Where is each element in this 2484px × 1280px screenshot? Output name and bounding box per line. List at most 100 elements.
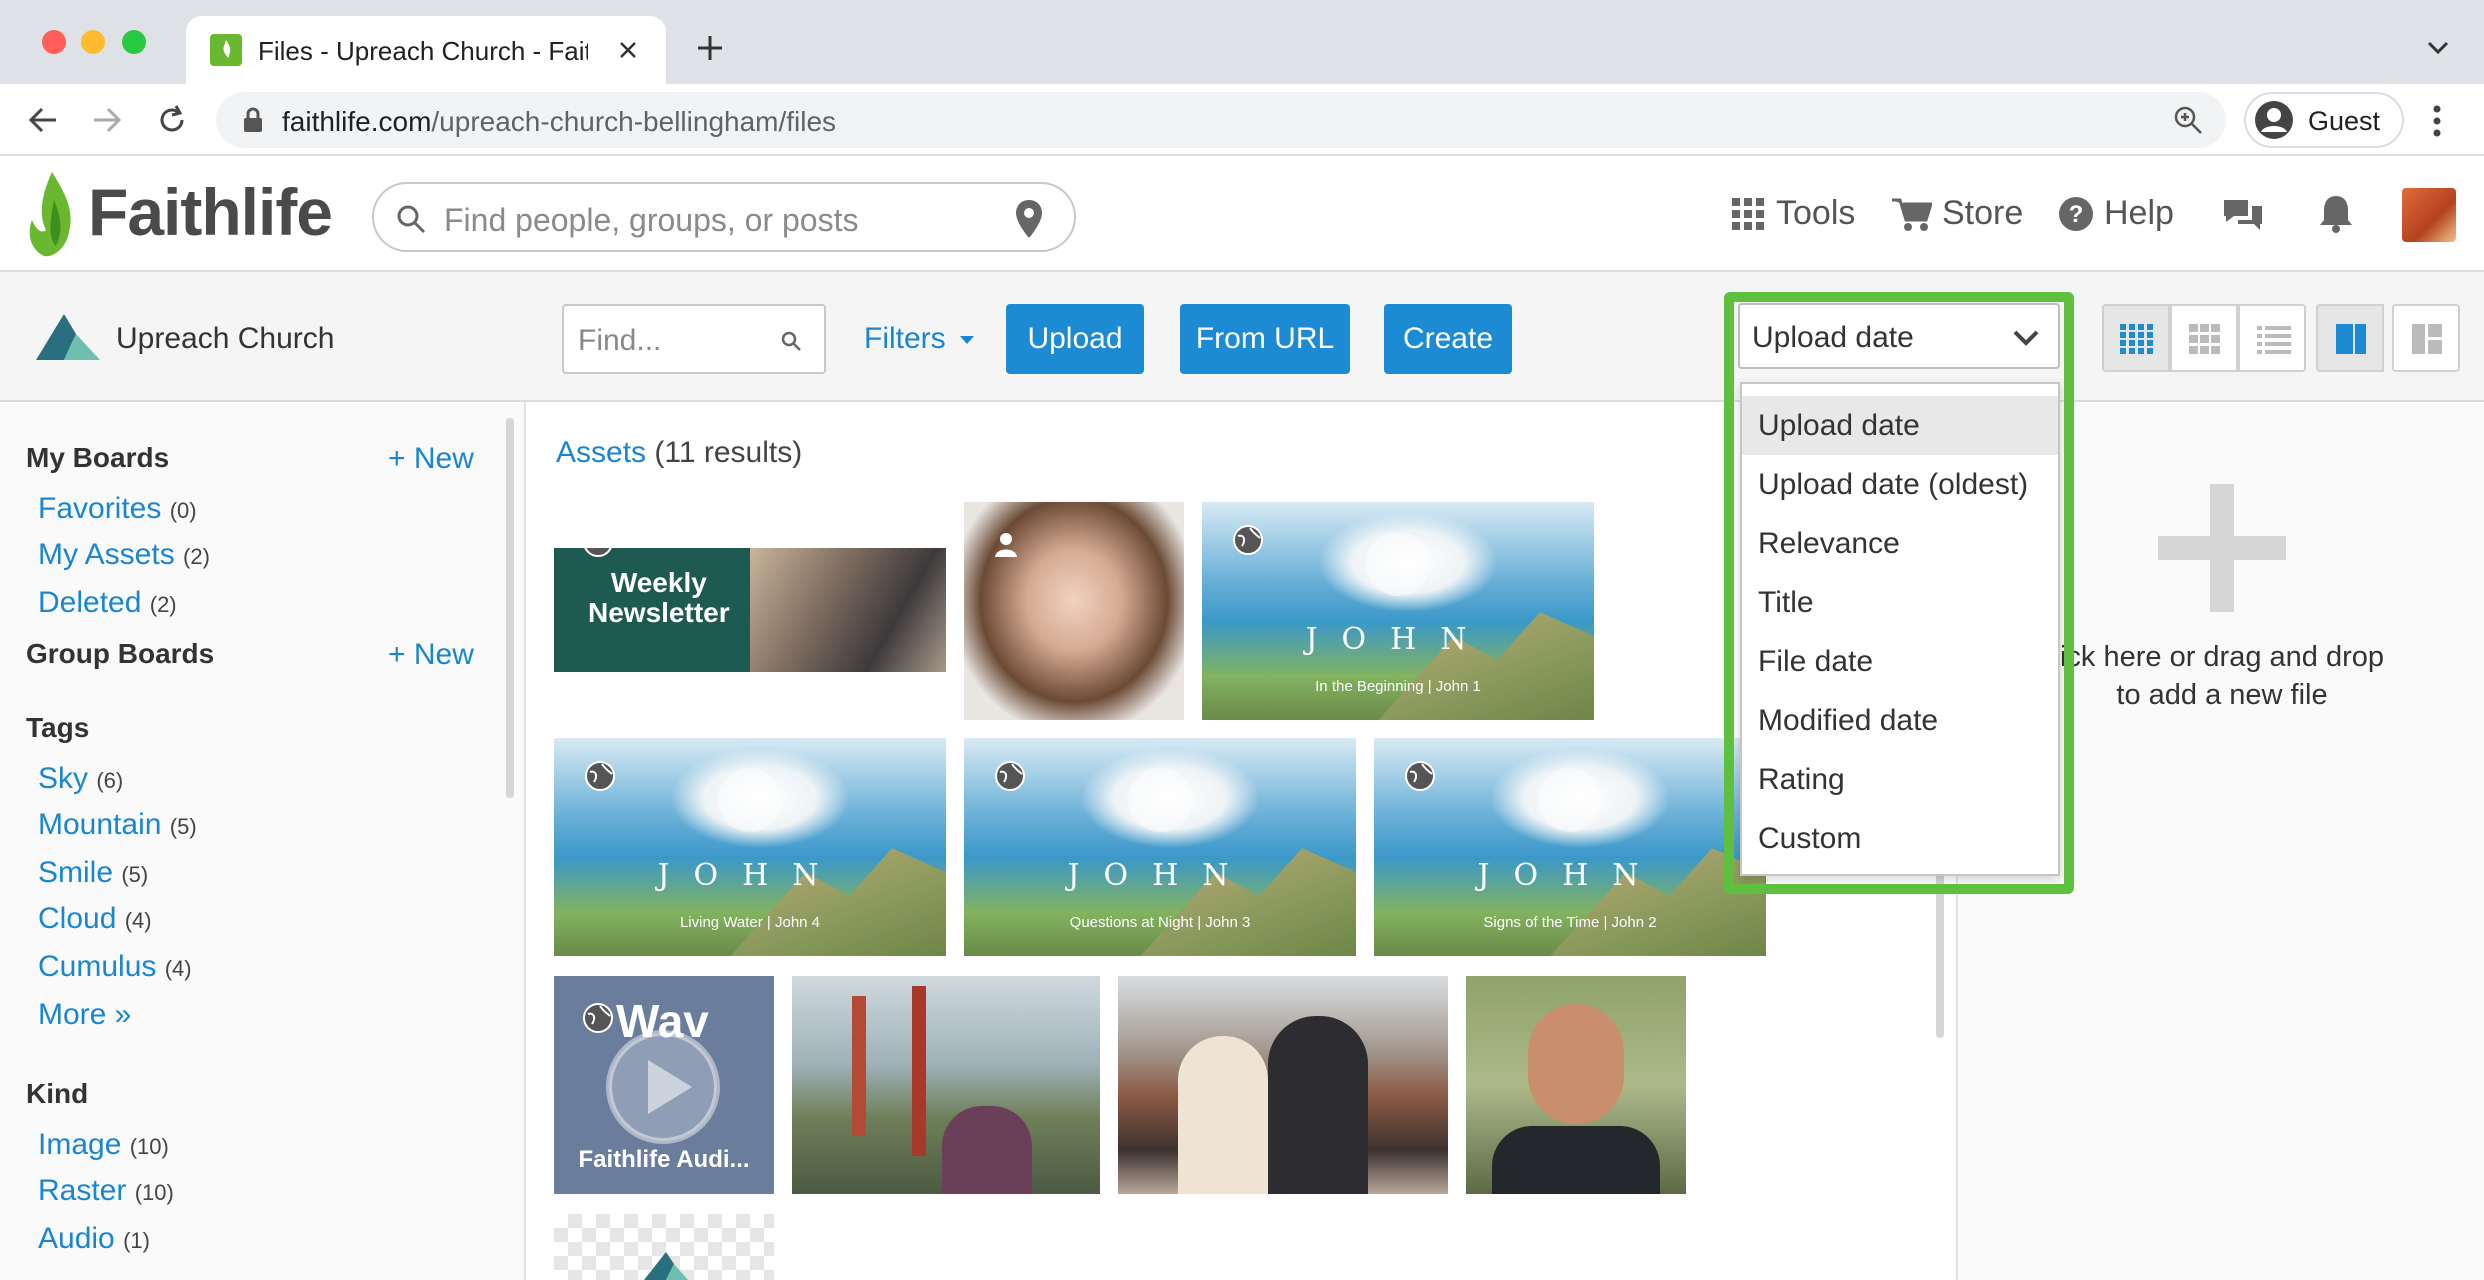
tab-search-chevron-icon[interactable] [2426, 40, 2450, 56]
group-name[interactable]: Upreach Church [116, 322, 334, 356]
nav-store[interactable]: Store [1942, 194, 2023, 233]
asset-thumb-portrait-man[interactable] [1466, 976, 1686, 1194]
tags-heading: Tags [26, 712, 90, 743]
my-boards-heading: My Boards [26, 442, 170, 473]
nav-help[interactable]: Help [2104, 194, 2174, 233]
nav-tools[interactable]: Tools [1776, 194, 1855, 233]
help-icon[interactable]: ? [2058, 196, 2094, 232]
private-person-icon [995, 533, 1017, 557]
tag-sky[interactable]: Sky (6) [38, 762, 123, 796]
browser-tabstrip: Files - Upreach Church - Faithlife [0, 0, 2484, 84]
site-header: Faithlife Find people, groups, or posts … [0, 156, 2484, 272]
asset-thumb-newsletter[interactable]: Weekly Newsletter [554, 548, 946, 672]
browser-menu-icon[interactable] [2432, 104, 2442, 138]
faithlife-logo-text[interactable]: Faithlife [88, 174, 333, 250]
faithlife-flame-icon[interactable] [24, 170, 80, 260]
large-grid-icon [2189, 324, 2220, 354]
assets-breadcrumb-link[interactable]: Assets [556, 436, 646, 469]
side-panel-icon [2336, 324, 2366, 354]
global-search-placeholder: Find people, groups, or posts [444, 202, 859, 238]
asset-thumb-logo[interactable] [554, 1214, 774, 1280]
board-my-assets[interactable]: My Assets (2) [38, 538, 210, 572]
find-search-icon [781, 331, 801, 351]
from-url-button[interactable]: From URL [1180, 304, 1350, 374]
guest-label: Guest [2308, 106, 2381, 136]
minimize-window-button[interactable] [81, 30, 105, 54]
close-window-button[interactable] [42, 30, 66, 54]
sidebar: My Boards + New Favorites (0) My Assets … [0, 402, 526, 1280]
layout-toggle-button[interactable] [2392, 304, 2460, 372]
audio-title: Faithlife Audi... [578, 1146, 750, 1173]
new-tab-icon[interactable] [696, 34, 724, 62]
upreach-logo-icon [644, 1252, 688, 1280]
list-view-icon [2257, 326, 2291, 354]
upload-button[interactable]: Upload [1006, 304, 1144, 374]
guest-profile-button[interactable]: Guest [2244, 92, 2404, 148]
john-4-subtitle: Living Water | John 4 [679, 914, 821, 931]
reload-icon[interactable] [156, 104, 188, 136]
john-3-word: JOHN [1067, 858, 1253, 893]
filters-caret-icon [960, 336, 975, 345]
asset-thumb-audio[interactable]: Wav Faithlife Audi... [554, 976, 774, 1194]
upreach-logo-icon[interactable] [36, 314, 100, 360]
john-3-subtitle: Questions at Night | John 3 [1069, 914, 1251, 931]
tags-more-link[interactable]: More » [38, 998, 131, 1032]
asset-thumb-couple[interactable] [1118, 976, 1448, 1194]
view-large-grid-button[interactable] [2170, 304, 2238, 372]
john-2-subtitle: Signs of the Time | John 2 [1483, 914, 1657, 931]
close-tab-icon[interactable] [618, 40, 638, 60]
asset-thumb-john-2[interactable]: JOHN Signs of the Time | John 2 [1374, 738, 1766, 956]
layout-icon [2412, 324, 2442, 354]
store-cart-icon[interactable] [1892, 196, 1932, 232]
kind-audio[interactable]: Audio (1) [38, 1222, 150, 1256]
asset-thumb-john-4[interactable]: JOHN Living Water | John 4 [554, 738, 946, 956]
location-pin-icon[interactable] [1014, 198, 1044, 240]
global-search[interactable]: Find people, groups, or posts [372, 182, 1076, 252]
maximize-window-button[interactable] [122, 30, 146, 54]
find-input[interactable]: Find... [562, 304, 826, 374]
asset-thumb-john-1[interactable]: JOHN In the Beginning | John 1 [1202, 502, 1594, 720]
tools-grid-icon[interactable] [1732, 198, 1764, 230]
public-globe-icon [995, 761, 1025, 791]
newsletter-title: Weekly Newsletter [588, 567, 730, 628]
add-file-plus-icon[interactable] [2158, 484, 2286, 612]
tag-smile[interactable]: Smile (5) [38, 856, 148, 890]
john-4-word: JOHN [657, 858, 843, 893]
new-my-board-button[interactable]: + New [388, 442, 474, 476]
forward-arrow-icon[interactable] [92, 106, 122, 134]
address-bar[interactable]: faithlife.com/upreach-church-bellingham/… [216, 92, 2226, 148]
asset-thumb-golden-gate[interactable] [792, 976, 1100, 1194]
kind-raster[interactable]: Raster (10) [38, 1174, 174, 1208]
asset-thumb-portrait-woman[interactable] [964, 502, 1184, 720]
filters-button[interactable]: Filters [864, 322, 976, 356]
public-globe-icon [583, 1003, 613, 1033]
zoom-icon[interactable] [2172, 104, 2204, 136]
user-avatar[interactable] [2402, 188, 2456, 242]
lock-icon[interactable] [242, 107, 264, 133]
tag-cumulus[interactable]: Cumulus (4) [38, 950, 192, 984]
sidebar-scrollbar[interactable] [506, 418, 514, 798]
play-icon[interactable] [604, 1028, 722, 1146]
create-button[interactable]: Create [1384, 304, 1512, 374]
panel-toggle-button[interactable] [2316, 304, 2384, 372]
board-favorites[interactable]: Favorites (0) [38, 492, 197, 526]
browser-tab-active[interactable]: Files - Upreach Church - Faithlife [186, 16, 666, 84]
svg-text:?: ? [2069, 201, 2084, 228]
tag-cloud[interactable]: Cloud (4) [38, 902, 152, 936]
kind-image[interactable]: Image (10) [38, 1128, 169, 1162]
tab-title: Files - Upreach Church - Faithlife [258, 36, 588, 66]
browser-toolbar: faithlife.com/upreach-church-bellingham/… [0, 84, 2484, 156]
asset-thumb-john-3[interactable]: JOHN Questions at Night | John 3 [964, 738, 1356, 956]
new-group-board-button[interactable]: + New [388, 638, 474, 672]
view-small-grid-button[interactable] [2102, 304, 2170, 372]
view-list-button[interactable] [2238, 304, 2306, 372]
board-deleted[interactable]: Deleted (2) [38, 586, 177, 620]
notifications-bell-icon[interactable] [2318, 194, 2354, 234]
public-globe-icon [1405, 761, 1435, 791]
find-placeholder: Find... [578, 324, 662, 357]
files-toolbar: Upreach Church Find... Filters Upload Fr… [0, 272, 2484, 402]
messages-icon[interactable] [2222, 196, 2264, 234]
back-arrow-icon[interactable] [28, 106, 58, 134]
tag-mountain[interactable]: Mountain (5) [38, 808, 197, 842]
public-globe-icon [585, 761, 615, 791]
